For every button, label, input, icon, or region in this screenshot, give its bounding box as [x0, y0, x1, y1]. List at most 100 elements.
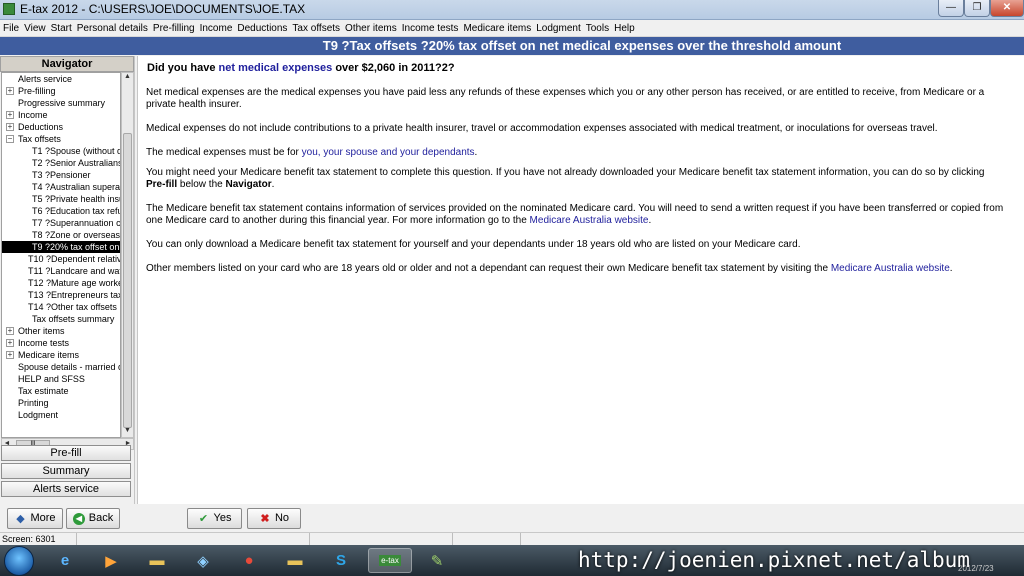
expand-icon[interactable]: + [6, 123, 14, 131]
medicare-website-link[interactable]: Medicare Australia website [530, 215, 649, 226]
scroll-down-arrow-icon[interactable]: ▼ [122, 427, 133, 437]
menu-pre-filling[interactable]: Pre-filling [153, 23, 195, 34]
navigator-item-label: T12 ?Mature age worker - [28, 278, 120, 288]
navigator-item[interactable]: T3 ?Pensioner [2, 169, 120, 181]
ie-icon[interactable]: e [46, 548, 84, 573]
menu-lodgment[interactable]: Lodgment [536, 23, 580, 34]
folder-icon[interactable]: ▬ [138, 548, 176, 573]
alerts-service-button[interactable]: Alerts service [1, 481, 131, 497]
menu-medicare-items[interactable]: Medicare items [463, 23, 531, 34]
collapse-icon[interactable]: − [6, 135, 14, 143]
navigator-item[interactable]: Spouse details - married or d [2, 361, 120, 373]
navigator-item[interactable]: T13 ?Entrepreneurs tax of [2, 289, 120, 301]
navigator-item[interactable]: T12 ?Mature age worker - [2, 277, 120, 289]
skype-icon[interactable]: S [322, 548, 360, 573]
paragraph-statement: You might need your Medicare benefit tax… [146, 167, 1006, 191]
menu-income-tests[interactable]: Income tests [402, 23, 459, 34]
etax-taskbar-label: e-tax [379, 555, 401, 566]
navigator-item[interactable]: + Pre-filling [2, 85, 120, 97]
navigator-item[interactable]: + Medicare items [2, 349, 120, 361]
p4-navigator-bold: Navigator [225, 179, 272, 190]
menu-income[interactable]: Income [200, 23, 233, 34]
expand-icon[interactable]: + [6, 351, 14, 359]
menu-deductions[interactable]: Deductions [237, 23, 287, 34]
yes-button[interactable]: ✔ Yes [187, 508, 242, 529]
navigator-item-label: T10 ?Dependent relative [28, 254, 120, 264]
navigator-item[interactable]: T11 ?Landcare and water [2, 265, 120, 277]
close-button[interactable]: ✕ [990, 0, 1024, 17]
network-icon[interactable]: ◈ [184, 548, 222, 573]
navigator-item[interactable]: T1 ?Spouse (without dep [2, 145, 120, 157]
no-button[interactable]: ✖ No [247, 508, 301, 529]
minimize-button[interactable]: — [938, 0, 964, 17]
maximize-button[interactable]: ❐ [964, 0, 990, 17]
menu-start[interactable]: Start [51, 23, 72, 34]
net-medical-expenses-link[interactable]: net medical expenses [219, 62, 333, 74]
question-suffix: over $2,060 in 2011?2? [332, 62, 455, 74]
navigator-item-label: T3 ?Pensioner [32, 170, 91, 180]
start-button[interactable] [4, 546, 34, 576]
navigator-item[interactable]: Lodgment [2, 409, 120, 421]
p5-suffix: . [648, 215, 652, 226]
navigator-item[interactable]: T4 ?Australian superann [2, 181, 120, 193]
menu-other-items[interactable]: Other items [345, 23, 397, 34]
yes-label: Yes [213, 512, 232, 524]
navigator-item[interactable]: HELP and SFSS [2, 373, 120, 385]
menu-file[interactable]: File [3, 23, 19, 34]
navigator-item[interactable]: Printing [2, 397, 120, 409]
p3-prefix: The medical expenses must be for [146, 147, 302, 158]
navigator-vertical-scrollbar[interactable]: ▲ ▼ [121, 72, 134, 438]
navigator-item[interactable]: T5 ?Private health insura [2, 193, 120, 205]
etax-icon[interactable]: e-tax [368, 548, 412, 573]
more-label: More [30, 512, 56, 524]
back-button[interactable]: ◄ Back [66, 508, 120, 529]
navigator-item[interactable]: T10 ?Dependent relative [2, 253, 120, 265]
navigator-item[interactable]: + Income tests [2, 337, 120, 349]
menu-view[interactable]: View [24, 23, 46, 34]
menu-tax-offsets[interactable]: Tax offsets [292, 23, 340, 34]
paint-icon[interactable]: ✎ [418, 548, 456, 573]
menu-personal-details[interactable]: Personal details [77, 23, 148, 34]
page-title: T9 ?Tax offsets ?20% tax offset on net m… [0, 37, 1024, 55]
expand-icon[interactable]: + [6, 87, 14, 95]
medicare-website-link-2[interactable]: Medicare Australia website [831, 263, 950, 274]
menu-tools[interactable]: Tools [586, 23, 609, 34]
navigator-item-label: Printing [18, 398, 49, 408]
navigator-tree: Alerts service + Pre-filling Progressive su… [1, 72, 121, 438]
navigator-item-label: Tax offsets summary [32, 314, 115, 324]
navigator-item[interactable]: Tax offsets summary [2, 313, 120, 325]
expand-icon[interactable]: + [6, 111, 14, 119]
navigator-item[interactable]: T2 ?Senior Australians [2, 157, 120, 169]
summary-button[interactable]: Summary [1, 463, 131, 479]
navigator-item[interactable]: Tax estimate [2, 385, 120, 397]
more-button[interactable]: ◆ More [7, 508, 63, 529]
expand-icon[interactable]: + [6, 339, 14, 347]
navigator-item[interactable]: T9 ?20% tax offset on ne [2, 241, 120, 253]
navigator-item[interactable]: T14 ?Other tax offsets [2, 301, 120, 313]
expand-icon[interactable]: + [6, 327, 14, 335]
back-arrow-icon: ◄ [72, 512, 85, 525]
navigator-item[interactable]: − Tax offsets [2, 133, 120, 145]
navigator-item[interactable]: Alerts service [2, 73, 120, 85]
navigator-item-label: T6 ?Education tax refund [32, 206, 120, 216]
menu-help[interactable]: Help [614, 23, 635, 34]
navigator-item[interactable]: + Income [2, 109, 120, 121]
navigator-item-label: Deductions [18, 122, 64, 132]
you-spouse-dependants-link[interactable]: you, your spouse and your dependants [302, 147, 475, 158]
checkmark-icon: ✔ [198, 512, 209, 525]
navigator-item[interactable]: T7 ?Superannuation cont [2, 217, 120, 229]
scroll-thumb[interactable] [123, 133, 132, 428]
etax-app-icon [3, 3, 15, 15]
chrome-icon[interactable]: ● [230, 548, 268, 573]
status-segment-3 [310, 533, 453, 545]
navigator-item[interactable]: + Other items [2, 325, 120, 337]
navigator-item[interactable]: Progressive summary [2, 97, 120, 109]
navigator-item[interactable]: + Deductions [2, 121, 120, 133]
navigator-item[interactable]: T6 ?Education tax refund [2, 205, 120, 217]
p7-prefix: Other members listed on your card who ar… [146, 263, 831, 274]
folder-icon[interactable]: ▬ [276, 548, 314, 573]
navigator-item[interactable]: T8 ?Zone or overseas fo [2, 229, 120, 241]
pre-fill-button[interactable]: Pre-fill [1, 445, 131, 461]
scroll-up-arrow-icon[interactable]: ▲ [122, 73, 133, 83]
media-player-icon[interactable]: ▶ [92, 548, 130, 573]
